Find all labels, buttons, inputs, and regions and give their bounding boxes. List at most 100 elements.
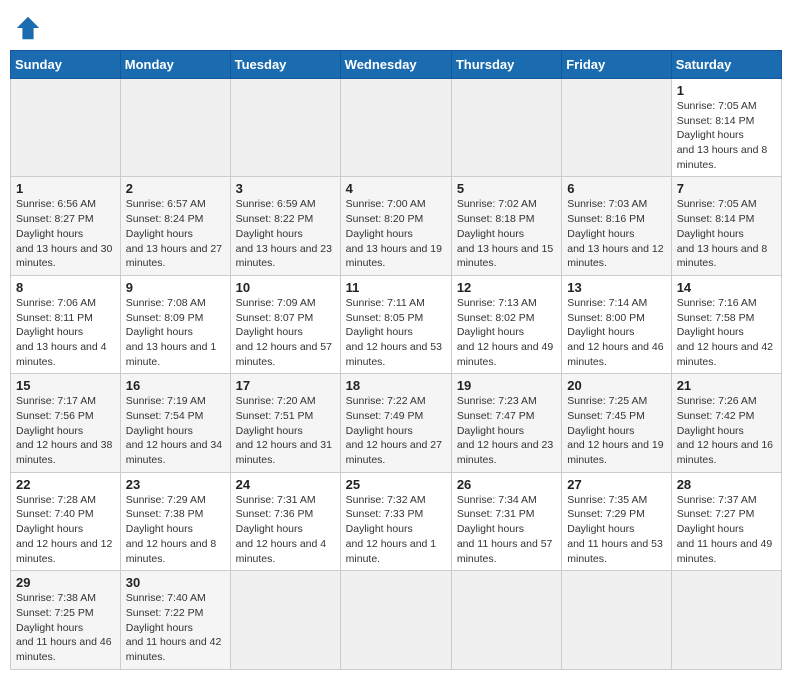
day-info: Sunrise: 7:34 AMSunset: 7:31 PMDaylight … — [457, 493, 556, 566]
calendar-cell: 20 Sunrise: 7:25 AMSunset: 7:45 PMDaylig… — [562, 374, 671, 472]
day-info: Sunrise: 6:59 AMSunset: 8:22 PMDaylight … — [236, 197, 335, 270]
calendar-cell: 29 Sunrise: 7:38 AMSunset: 7:25 PMDaylig… — [11, 571, 121, 669]
calendar-cell — [11, 79, 121, 177]
calendar-cell: 24 Sunrise: 7:31 AMSunset: 7:36 PMDaylig… — [230, 472, 340, 570]
day-number: 24 — [236, 477, 335, 492]
calendar-cell: 1 Sunrise: 6:56 AMSunset: 8:27 PMDayligh… — [11, 177, 121, 275]
calendar-cell: 3 Sunrise: 6:59 AMSunset: 8:22 PMDayligh… — [230, 177, 340, 275]
calendar-cell: 9 Sunrise: 7:08 AMSunset: 8:09 PMDayligh… — [120, 275, 230, 373]
day-info: Sunrise: 7:06 AMSunset: 8:11 PMDaylight … — [16, 296, 115, 369]
calendar-cell — [562, 79, 671, 177]
calendar-cell: 4 Sunrise: 7:00 AMSunset: 8:20 PMDayligh… — [340, 177, 451, 275]
calendar-week-row: 15 Sunrise: 7:17 AMSunset: 7:56 PMDaylig… — [11, 374, 782, 472]
day-number: 28 — [677, 477, 776, 492]
day-info: Sunrise: 7:13 AMSunset: 8:02 PMDaylight … — [457, 296, 556, 369]
day-info: Sunrise: 7:29 AMSunset: 7:38 PMDaylight … — [126, 493, 225, 566]
day-number: 19 — [457, 378, 556, 393]
calendar-cell — [451, 571, 561, 669]
day-number: 29 — [16, 575, 115, 590]
calendar-table: SundayMondayTuesdayWednesdayThursdayFrid… — [10, 50, 782, 670]
calendar-cell: 17 Sunrise: 7:20 AMSunset: 7:51 PMDaylig… — [230, 374, 340, 472]
calendar-cell: 7 Sunrise: 7:05 AMSunset: 8:14 PMDayligh… — [671, 177, 781, 275]
day-info: Sunrise: 7:28 AMSunset: 7:40 PMDaylight … — [16, 493, 115, 566]
page-header — [10, 10, 782, 42]
day-info: Sunrise: 7:20 AMSunset: 7:51 PMDaylight … — [236, 394, 335, 467]
day-number: 2 — [126, 181, 225, 196]
calendar-cell: 14 Sunrise: 7:16 AMSunset: 7:58 PMDaylig… — [671, 275, 781, 373]
calendar-cell: 25 Sunrise: 7:32 AMSunset: 7:33 PMDaylig… — [340, 472, 451, 570]
day-number: 16 — [126, 378, 225, 393]
day-number: 9 — [126, 280, 225, 295]
day-number: 8 — [16, 280, 115, 295]
day-info: Sunrise: 7:16 AMSunset: 7:58 PMDaylight … — [677, 296, 776, 369]
weekday-header: Thursday — [451, 51, 561, 79]
calendar-cell — [230, 571, 340, 669]
weekday-header: Wednesday — [340, 51, 451, 79]
day-number: 10 — [236, 280, 335, 295]
day-info: Sunrise: 7:17 AMSunset: 7:56 PMDaylight … — [16, 394, 115, 467]
day-number: 18 — [346, 378, 446, 393]
day-number: 17 — [236, 378, 335, 393]
day-number: 5 — [457, 181, 556, 196]
day-number: 22 — [16, 477, 115, 492]
weekday-header: Friday — [562, 51, 671, 79]
day-info: Sunrise: 7:37 AMSunset: 7:27 PMDaylight … — [677, 493, 776, 566]
calendar-cell: 18 Sunrise: 7:22 AMSunset: 7:49 PMDaylig… — [340, 374, 451, 472]
calendar-cell — [451, 79, 561, 177]
day-info: Sunrise: 7:14 AMSunset: 8:00 PMDaylight … — [567, 296, 665, 369]
day-number: 13 — [567, 280, 665, 295]
day-number: 1 — [677, 83, 776, 98]
day-number: 3 — [236, 181, 335, 196]
day-info: Sunrise: 7:38 AMSunset: 7:25 PMDaylight … — [16, 591, 115, 664]
day-number: 14 — [677, 280, 776, 295]
calendar-cell: 12 Sunrise: 7:13 AMSunset: 8:02 PMDaylig… — [451, 275, 561, 373]
calendar-cell: 10 Sunrise: 7:09 AMSunset: 8:07 PMDaylig… — [230, 275, 340, 373]
day-number: 6 — [567, 181, 665, 196]
calendar-cell: 6 Sunrise: 7:03 AMSunset: 8:16 PMDayligh… — [562, 177, 671, 275]
day-number: 15 — [16, 378, 115, 393]
day-number: 11 — [346, 280, 446, 295]
calendar-cell: 5 Sunrise: 7:02 AMSunset: 8:18 PMDayligh… — [451, 177, 561, 275]
day-info: Sunrise: 7:11 AMSunset: 8:05 PMDaylight … — [346, 296, 446, 369]
day-info: Sunrise: 7:09 AMSunset: 8:07 PMDaylight … — [236, 296, 335, 369]
weekday-header: Tuesday — [230, 51, 340, 79]
day-number: 12 — [457, 280, 556, 295]
day-info: Sunrise: 7:03 AMSunset: 8:16 PMDaylight … — [567, 197, 665, 270]
calendar-cell: 27 Sunrise: 7:35 AMSunset: 7:29 PMDaylig… — [562, 472, 671, 570]
calendar-header-row: SundayMondayTuesdayWednesdayThursdayFrid… — [11, 51, 782, 79]
calendar-cell: 22 Sunrise: 7:28 AMSunset: 7:40 PMDaylig… — [11, 472, 121, 570]
day-info: Sunrise: 7:31 AMSunset: 7:36 PMDaylight … — [236, 493, 335, 566]
calendar-cell — [340, 79, 451, 177]
day-info: Sunrise: 7:05 AMSunset: 8:14 PMDaylight … — [677, 197, 776, 270]
day-number: 20 — [567, 378, 665, 393]
day-number: 21 — [677, 378, 776, 393]
logo — [14, 14, 46, 42]
day-number: 27 — [567, 477, 665, 492]
calendar-week-row: 22 Sunrise: 7:28 AMSunset: 7:40 PMDaylig… — [11, 472, 782, 570]
calendar-cell: 23 Sunrise: 7:29 AMSunset: 7:38 PMDaylig… — [120, 472, 230, 570]
logo-icon — [14, 14, 42, 42]
calendar-week-row: 29 Sunrise: 7:38 AMSunset: 7:25 PMDaylig… — [11, 571, 782, 669]
calendar-week-row: 1 Sunrise: 6:56 AMSunset: 8:27 PMDayligh… — [11, 177, 782, 275]
calendar-cell: 13 Sunrise: 7:14 AMSunset: 8:00 PMDaylig… — [562, 275, 671, 373]
day-number: 26 — [457, 477, 556, 492]
calendar-week-row: 1 Sunrise: 7:05 AMSunset: 8:14 PMDayligh… — [11, 79, 782, 177]
day-info: Sunrise: 7:05 AMSunset: 8:14 PMDaylight … — [677, 99, 776, 172]
day-number: 30 — [126, 575, 225, 590]
calendar-cell: 26 Sunrise: 7:34 AMSunset: 7:31 PMDaylig… — [451, 472, 561, 570]
day-info: Sunrise: 7:23 AMSunset: 7:47 PMDaylight … — [457, 394, 556, 467]
calendar-cell — [120, 79, 230, 177]
day-info: Sunrise: 7:02 AMSunset: 8:18 PMDaylight … — [457, 197, 556, 270]
day-info: Sunrise: 7:00 AMSunset: 8:20 PMDaylight … — [346, 197, 446, 270]
day-info: Sunrise: 7:19 AMSunset: 7:54 PMDaylight … — [126, 394, 225, 467]
calendar-cell — [230, 79, 340, 177]
weekday-header: Saturday — [671, 51, 781, 79]
calendar-cell: 19 Sunrise: 7:23 AMSunset: 7:47 PMDaylig… — [451, 374, 561, 472]
day-number: 1 — [16, 181, 115, 196]
calendar-cell: 11 Sunrise: 7:11 AMSunset: 8:05 PMDaylig… — [340, 275, 451, 373]
calendar-cell — [671, 571, 781, 669]
calendar-cell: 28 Sunrise: 7:37 AMSunset: 7:27 PMDaylig… — [671, 472, 781, 570]
weekday-header: Sunday — [11, 51, 121, 79]
calendar-cell: 15 Sunrise: 7:17 AMSunset: 7:56 PMDaylig… — [11, 374, 121, 472]
calendar-cell: 30 Sunrise: 7:40 AMSunset: 7:22 PMDaylig… — [120, 571, 230, 669]
